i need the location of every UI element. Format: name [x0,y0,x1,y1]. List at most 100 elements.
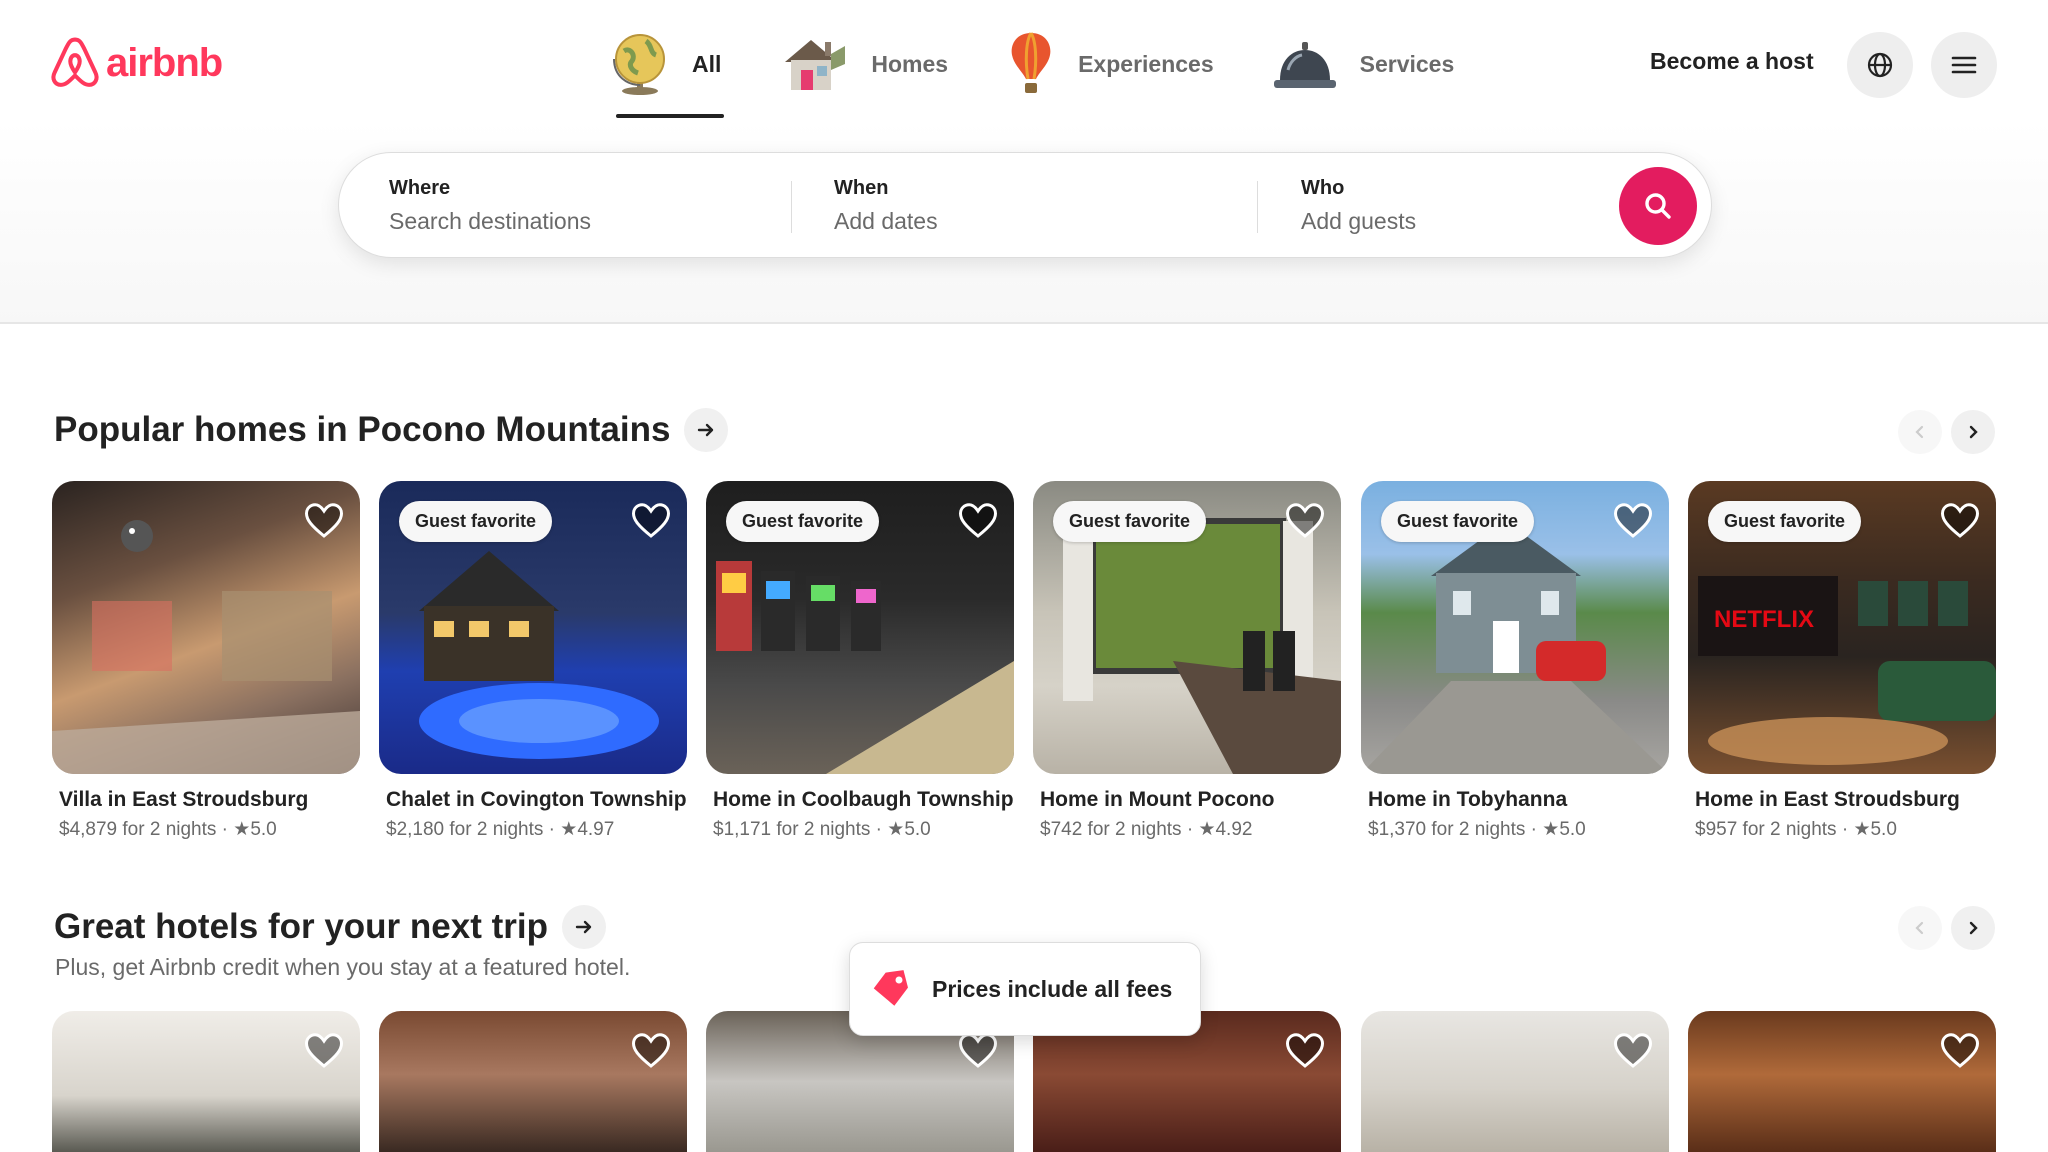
hamburger-menu-icon [1951,56,1977,74]
star-icon: ★ [887,819,905,840]
listing-card[interactable]: NETFLIX Guest favorite Home in East Stro… [1688,481,1996,841]
heart-icon[interactable] [631,1031,671,1071]
heart-icon[interactable] [1285,501,1325,541]
listing-title: Home in Coolbaugh Township [713,788,1014,811]
toast-text: Prices include all fees [932,975,1173,1002]
listing-rating: 5.0 [1870,819,1897,840]
svg-text:NETFLIX: NETFLIX [1714,606,1814,633]
listing-photo[interactable]: Guest favorite [1033,481,1341,774]
listing-price: $4,879 for 2 nights [59,819,217,840]
heart-icon[interactable] [958,501,998,541]
listing-meta: $1,370 for 2 nights · ★5.0 [1368,819,1586,840]
chevron-right-icon [1969,921,1978,935]
heart-icon[interactable] [304,1031,344,1071]
heart-icon[interactable] [1613,501,1653,541]
tab-all-label: All [692,50,722,77]
heart-icon[interactable] [631,501,671,541]
listing-meta: $957 for 2 nights · ★5.0 [1695,819,1897,840]
listing-rating: 5.0 [904,819,931,840]
tab-homes[interactable]: Homes [779,22,948,106]
hotels-prev-button[interactable] [1898,906,1942,950]
search-divider [1257,181,1258,233]
star-icon: ★ [233,819,251,840]
heart-icon[interactable] [304,501,344,541]
search-bar: Where Search destinations When Add dates… [338,152,1712,258]
prices-info-toast[interactable]: Prices include all fees [849,942,1201,1036]
popular-homes-heading[interactable]: Popular homes in Pocono Mountains [54,408,729,452]
listing-meta: $4,879 for 2 nights · ★5.0 [59,819,277,840]
chevron-left-icon [1915,425,1924,439]
heart-icon[interactable] [1613,1031,1653,1071]
service-bell-icon [1273,42,1336,88]
heart-icon[interactable] [1940,1031,1980,1071]
listing-title: Chalet in Covington Township [386,788,687,811]
airbnb-logo[interactable]: airbnb [50,36,223,90]
popular-next-button[interactable] [1951,410,1995,454]
listing-rating: 4.97 [577,819,615,840]
listing-photo[interactable]: NETFLIX Guest favorite [1688,481,1996,774]
hotel-card[interactable] [52,1011,360,1152]
listing-price: $742 for 2 nights [1040,819,1182,840]
tab-homes-label: Homes [871,50,949,77]
listing-rating: 5.0 [1559,819,1586,840]
popular-homes-title: Popular homes in Pocono Mountains [54,410,671,449]
chevron-left-icon [1915,921,1924,935]
main-menu-button[interactable] [1931,32,1997,98]
listing-meta: $742 for 2 nights · ★4.92 [1040,819,1253,840]
chevron-right-icon [1969,425,1978,439]
star-icon: ★ [560,819,578,840]
guest-favorite-badge: Guest favorite [1053,501,1207,542]
listing-title: Home in East Stroudsburg [1695,788,1960,811]
when-field[interactable]: When Add dates [834,177,1234,235]
language-button[interactable] [1847,32,1913,98]
tab-experiences[interactable]: Experiences [1006,22,1214,106]
where-input[interactable]: Search destinations [389,208,769,235]
tab-all[interactable]: All [610,22,724,118]
guest-favorite-badge: Guest favorite [1708,501,1862,542]
listing-rating: 4.92 [1215,819,1253,840]
listing-photo[interactable]: Guest favorite [706,481,1014,774]
listing-meta: $2,180 for 2 nights · ★4.97 [386,819,615,840]
hotels-next-button[interactable] [1951,906,1995,950]
arrow-right-icon[interactable] [561,905,606,949]
search-divider [791,181,792,233]
arrow-right-icon[interactable] [684,408,729,452]
brand-name: airbnb [106,40,223,85]
who-input[interactable]: Add guests [1301,208,1581,235]
search-button[interactable] [1619,167,1697,245]
hotel-card[interactable] [379,1011,687,1152]
where-field[interactable]: Where Search destinations [389,177,769,235]
when-input[interactable]: Add dates [834,208,1234,235]
who-field[interactable]: Who Add guests [1301,177,1581,235]
house-icon [785,40,846,90]
guest-favorite-badge: Guest favorite [1381,501,1535,542]
listing-card[interactable]: Guest favorite Home in Coolbaugh Townshi… [706,481,1014,841]
heart-icon[interactable] [958,1031,998,1071]
hotel-card[interactable] [1361,1011,1669,1152]
listing-rating: 5.0 [250,819,277,840]
listing-card[interactable]: Guest favorite Chalet in Covington Towns… [379,481,687,841]
airbnb-logo-icon [51,37,99,87]
hotels-heading[interactable]: Great hotels for your next trip [54,905,606,949]
category-nav: All Homes Experiences Services [610,22,1455,118]
site-header: airbnb All Homes Experiences Services Be… [0,0,2048,324]
listing-card[interactable]: Guest favorite Home in Mount Pocono $742… [1033,481,1341,841]
hotel-card[interactable] [1688,1011,1996,1152]
become-a-host-link[interactable]: Become a host [1650,48,1814,75]
listing-card[interactable]: Guest favorite Home in Tobyhanna $1,370 … [1361,481,1669,841]
listing-photo[interactable]: Guest favorite [1361,481,1669,774]
listing-photo[interactable] [52,481,360,774]
price-tag-icon [873,970,908,1006]
listing-price: $2,180 for 2 nights [386,819,544,840]
popular-prev-button[interactable] [1898,410,1942,454]
listing-price: $1,370 for 2 nights [1368,819,1526,840]
globe-icon [613,34,665,95]
tab-services[interactable]: Services [1272,22,1455,106]
heart-icon[interactable] [1940,501,1980,541]
heart-icon[interactable] [1285,1031,1325,1071]
listing-photo[interactable]: Guest favorite [379,481,687,774]
listing-price: $957 for 2 nights [1695,819,1837,840]
listing-card[interactable]: Villa in East Stroudsburg $4,879 for 2 n… [52,481,360,841]
tab-services-label: Services [1359,50,1455,77]
listing-title: Home in Mount Pocono [1040,788,1275,811]
